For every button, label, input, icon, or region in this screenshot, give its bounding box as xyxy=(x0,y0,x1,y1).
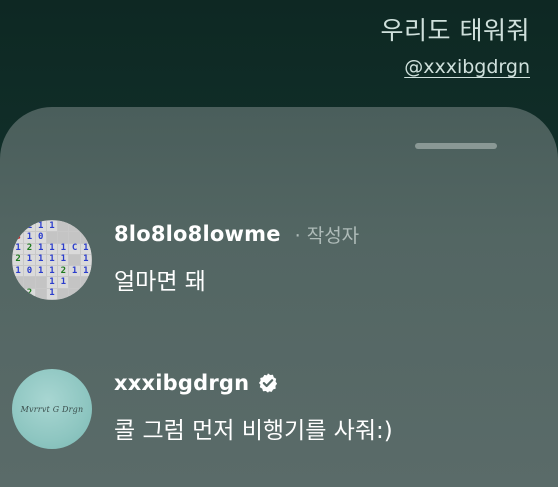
comment-username[interactable]: 8lo8lo8lowme xyxy=(114,222,281,246)
comments-sheet: 11131012111C121111110112111121 8lo8lo8lo… xyxy=(0,107,558,487)
minesweeper-cell: 2 xyxy=(58,266,69,277)
minesweeper-cell: 1 xyxy=(35,243,46,254)
minesweeper-cell: 1 xyxy=(46,254,58,266)
minesweeper-cell xyxy=(58,232,69,243)
minesweeper-cell xyxy=(13,277,24,288)
minesweeper-cell: 1 xyxy=(35,254,46,266)
story-mention-link[interactable]: @xxxibgdrgn xyxy=(404,56,530,78)
minesweeper-cell: 1 xyxy=(58,254,69,266)
minesweeper-cell: 1 xyxy=(24,254,35,266)
minesweeper-cell: 1 xyxy=(35,221,46,232)
minesweeper-cell: 1 xyxy=(69,266,80,277)
minesweeper-cell: 2 xyxy=(24,243,35,254)
minesweeper-cell: 1 xyxy=(13,266,24,277)
minesweeper-cell xyxy=(69,277,80,288)
minesweeper-cell xyxy=(80,221,91,232)
minesweeper-cell: 1 xyxy=(46,243,58,254)
minesweeper-cell xyxy=(13,221,24,232)
minesweeper-cell: 0 xyxy=(24,266,35,277)
story-text-overlay: 우리도 태워줘 @xxxibgdrgn xyxy=(381,16,530,78)
sheet-drag-handle[interactable] xyxy=(415,143,497,149)
minesweeper-cell: 1 xyxy=(46,277,58,288)
avatar[interactable]: Mvrrvt G Drgn xyxy=(12,369,92,449)
minesweeper-cell: 1 xyxy=(24,221,35,232)
comment-username[interactable]: xxxibgdrgn xyxy=(114,371,249,395)
minesweeper-cell: 1 xyxy=(80,254,91,266)
minesweeper-cell: C xyxy=(69,243,80,254)
minesweeper-cell: 1 xyxy=(35,266,46,277)
minesweeper-cell: 1 xyxy=(46,221,58,232)
signature-avatar-image: Mvrrvt G Drgn xyxy=(12,369,92,449)
minesweeper-cell: 3 xyxy=(13,232,24,243)
minesweeper-cell: 1 xyxy=(46,266,58,277)
minesweeper-cell: 1 xyxy=(58,243,69,254)
minesweeper-cell: 1 xyxy=(58,277,69,288)
comment-text: 얼마면 돼 xyxy=(114,269,206,295)
minesweeper-cell xyxy=(80,277,91,288)
comment-body: xxxibgdrgn 콜 그럼 먼저 비행기를 사줘:) xyxy=(114,369,393,445)
minesweeper-cell: 2 xyxy=(24,288,35,299)
author-badge: · 작성자 xyxy=(294,224,360,247)
minesweeper-avatar-image: 11131012111C121111110112111121 xyxy=(12,220,92,300)
verified-badge-icon xyxy=(259,373,278,393)
minesweeper-cell: 1 xyxy=(80,266,91,277)
minesweeper-cell xyxy=(80,288,91,299)
minesweeper-cell: 0 xyxy=(35,232,46,243)
minesweeper-cell xyxy=(58,221,69,232)
minesweeper-cell xyxy=(35,288,46,299)
minesweeper-cell: 1 xyxy=(13,243,24,254)
minesweeper-cell: 1 xyxy=(80,243,91,254)
minesweeper-cell xyxy=(58,288,69,299)
minesweeper-cell: 1 xyxy=(46,288,58,299)
minesweeper-cell xyxy=(46,232,58,243)
minesweeper-cell: 1 xyxy=(24,232,35,243)
comment-meta: 8lo8lo8lowme · 작성자 xyxy=(114,220,359,248)
minesweeper-cell xyxy=(69,254,80,266)
story-title: 우리도 태워줘 xyxy=(380,16,530,45)
comment-meta: xxxibgdrgn xyxy=(114,369,393,397)
minesweeper-cell xyxy=(69,232,80,243)
minesweeper-cell xyxy=(69,221,80,232)
minesweeper-cell xyxy=(13,288,24,299)
minesweeper-cell xyxy=(24,277,35,288)
minesweeper-cell xyxy=(35,277,46,288)
comment-body: 8lo8lo8lowme · 작성자 얼마면 돼 xyxy=(114,220,359,296)
avatar[interactable]: 11131012111C121111110112111121 xyxy=(12,220,92,300)
comment-text: 콜 그럼 먼저 비행기를 사줘:) xyxy=(114,418,393,444)
minesweeper-cell: 2 xyxy=(13,254,24,266)
minesweeper-cell xyxy=(80,232,91,243)
minesweeper-cell xyxy=(69,288,80,299)
